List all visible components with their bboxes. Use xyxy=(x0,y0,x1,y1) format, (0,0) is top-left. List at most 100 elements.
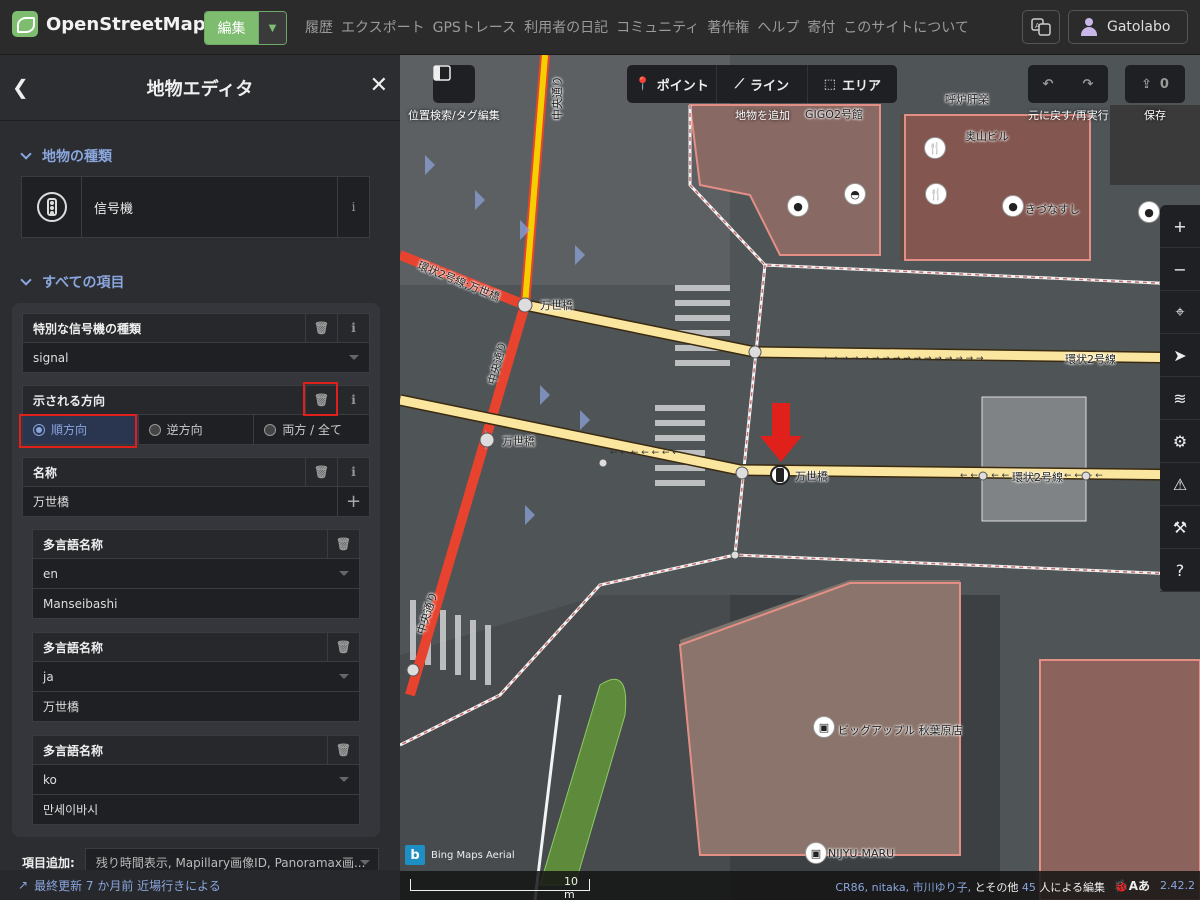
geolocate-icon[interactable]: ➤ xyxy=(1160,334,1200,377)
help-icon[interactable]: ? xyxy=(1160,549,1200,592)
multilingual-entry-ko: 多言語名称 🗑 ko 만세이바시 xyxy=(32,735,360,825)
name-input[interactable]: 万世橋 + xyxy=(22,487,370,517)
zoom-to-selection-icon[interactable]: ⌖ xyxy=(1160,291,1200,334)
field-label: 特別な信号機の種類 🗑 i xyxy=(22,313,370,343)
zoom-out-icon[interactable]: − xyxy=(1160,248,1200,291)
direction-field: 示される方向 🗑 i 順方向 逆方向 両方 / 全て xyxy=(22,385,370,445)
trash-icon[interactable]: 🗑 xyxy=(327,633,359,661)
trash-icon[interactable]: 🗑 xyxy=(305,314,337,342)
edit-button[interactable]: 編集 xyxy=(205,12,258,44)
imagery-attribution[interactable]: b Bing Maps Aerial xyxy=(405,845,515,865)
name-field: 名称 🗑 i 万世橋 + xyxy=(22,457,370,517)
poi-label: きづなすし xyxy=(1025,203,1080,216)
close-icon[interactable]: ✕ xyxy=(370,73,388,98)
scale-bar[interactable]: 10 m xyxy=(410,875,590,900)
feature-type-section-toggle[interactable]: 地物の種類 xyxy=(20,146,112,166)
sidebar-toggle-button[interactable] xyxy=(433,65,475,103)
pin-icon[interactable]: ● xyxy=(1002,195,1024,217)
undo-redo-group: ↶ ↷ xyxy=(1028,65,1108,103)
signal-type-combo[interactable]: signal xyxy=(22,343,370,373)
undo-icon[interactable]: ↶ xyxy=(1028,65,1068,103)
area-icon: ⬚ xyxy=(823,76,836,92)
save-caption: 保存 xyxy=(1144,109,1166,122)
layers-icon[interactable]: ≋ xyxy=(1160,377,1200,420)
redo-icon[interactable]: ↷ xyxy=(1068,65,1108,103)
info-icon[interactable]: i xyxy=(337,177,369,237)
nav-about[interactable]: このサイトについて xyxy=(843,17,969,37)
bug-report-icon[interactable]: 🐞Aあ xyxy=(1114,877,1150,894)
language-combo[interactable]: ja xyxy=(32,662,360,692)
language-combo[interactable]: ko xyxy=(32,765,360,795)
trash-icon[interactable]: 🗑 xyxy=(327,736,359,764)
nav-gps[interactable]: GPSトレース xyxy=(433,17,516,37)
add-point-button[interactable]: 📍 ポイント xyxy=(627,65,718,103)
nav-donate[interactable]: 寄付 xyxy=(807,17,835,37)
svg-text:← ← ← ← ← ← ←: ← ← ← ← ← ← ← xyxy=(610,448,680,458)
signal-type-value: signal xyxy=(33,350,69,365)
add-area-button[interactable]: ⬚ エリア xyxy=(808,65,897,103)
trash-icon[interactable]: 🗑 xyxy=(305,386,337,414)
add-feature-group: 📍 ポイント ⟋ ライン ⬚ エリア xyxy=(627,65,897,103)
add-language-button[interactable]: + xyxy=(337,487,369,516)
add-line-button[interactable]: ⟋ ライン xyxy=(717,65,808,103)
localized-name-input[interactable]: 만세이바시 xyxy=(32,795,360,825)
nav-history[interactable]: 履歴 xyxy=(305,17,333,37)
nav-community[interactable]: コミュニティ xyxy=(616,17,699,37)
language-combo[interactable]: en xyxy=(32,559,360,589)
radio-backward[interactable]: 逆方向 xyxy=(139,415,255,444)
localized-name-input[interactable]: Manseibashi xyxy=(32,589,360,619)
pin-icon[interactable]: ● xyxy=(1138,201,1160,223)
field-label-text: 多言語名称 xyxy=(43,743,104,758)
radio-both[interactable]: 両方 / 全て xyxy=(254,415,369,444)
all-fields-section-toggle[interactable]: すべての項目 xyxy=(20,272,124,292)
traffic-signal-icon xyxy=(22,177,82,237)
nav-diaries[interactable]: 利用者の日記 xyxy=(524,17,608,37)
trash-icon[interactable]: 🗑 xyxy=(327,530,359,558)
translate-icon: A xyxy=(1031,18,1051,36)
restaurant-icon[interactable]: 🍴 xyxy=(925,183,947,205)
avatar xyxy=(1079,17,1099,37)
contributors-count[interactable]: 45 xyxy=(1022,881,1036,894)
preset-selector[interactable]: 信号機 i xyxy=(21,176,370,238)
scale-label: 10 m xyxy=(564,875,578,900)
nav-copyright[interactable]: 著作権 xyxy=(707,17,749,37)
version[interactable]: 2.42.2 xyxy=(1160,879,1195,892)
caret-down-icon xyxy=(339,777,349,782)
info-icon[interactable]: i xyxy=(337,386,369,414)
chevron-down-icon[interactable]: ▼ xyxy=(258,12,286,44)
info-icon[interactable]: i xyxy=(337,458,369,486)
point-label: ポイント xyxy=(656,78,709,94)
fast-food-icon[interactable]: ◓ xyxy=(844,183,866,205)
external-link-icon: ↗ xyxy=(18,878,29,892)
area-label: エリア xyxy=(841,78,881,94)
restaurant-icon[interactable]: 🍴 xyxy=(924,137,946,159)
back-icon[interactable]: ❮ xyxy=(12,75,29,99)
radio-forward[interactable]: 順方向 xyxy=(23,415,139,444)
save-button[interactable]: ⇪ 0 xyxy=(1125,65,1185,103)
trash-icon[interactable]: 🗑 xyxy=(305,458,337,486)
line-label: ライン xyxy=(750,78,790,94)
last-edit-link[interactable]: ↗ 最終更新 7 か月前 近場行きによる xyxy=(0,870,400,900)
preferences-icon[interactable]: ⚒ xyxy=(1160,506,1200,549)
contributor-links[interactable]: CR86, nitaka, 市川ゆり子, xyxy=(835,881,971,894)
shop-icon[interactable]: ▣ xyxy=(813,716,835,738)
osm-logo[interactable]: OpenStreetMap xyxy=(12,11,206,37)
info-icon[interactable]: i xyxy=(337,314,369,342)
map-canvas[interactable]: ← ← ← ← ← ← ← ← ← ← ← ← ← ← → → → → → → … xyxy=(400,55,1200,900)
svg-text:→ → → → → → → → → → → → → → →: → → → → → → → → → → → → → → → → xyxy=(820,354,984,364)
localized-name-input[interactable]: 万世橋 xyxy=(32,692,360,722)
top-bar: OpenStreetMap 編集 ▼ 履歴 エクスポート GPSトレース 利用者… xyxy=(0,0,1200,55)
translate-button[interactable]: A xyxy=(1022,10,1060,44)
radio-label: 順方向 xyxy=(51,423,88,437)
issues-icon[interactable]: ⚠ xyxy=(1160,463,1200,506)
nav-export[interactable]: エクスポート xyxy=(341,17,425,37)
save-count: 0 xyxy=(1159,76,1169,92)
language-value: ko xyxy=(43,772,57,787)
pin-icon[interactable]: ● xyxy=(787,195,809,217)
contributors-suffix: とその他 xyxy=(974,881,1019,894)
nav-help[interactable]: ヘルプ xyxy=(757,17,799,37)
user-menu[interactable]: Gatolabo xyxy=(1068,10,1188,44)
zoom-in-icon[interactable]: + xyxy=(1160,205,1200,248)
map-data-icon[interactable]: ⚙ xyxy=(1160,420,1200,463)
shop-icon[interactable]: ▣ xyxy=(805,842,827,864)
